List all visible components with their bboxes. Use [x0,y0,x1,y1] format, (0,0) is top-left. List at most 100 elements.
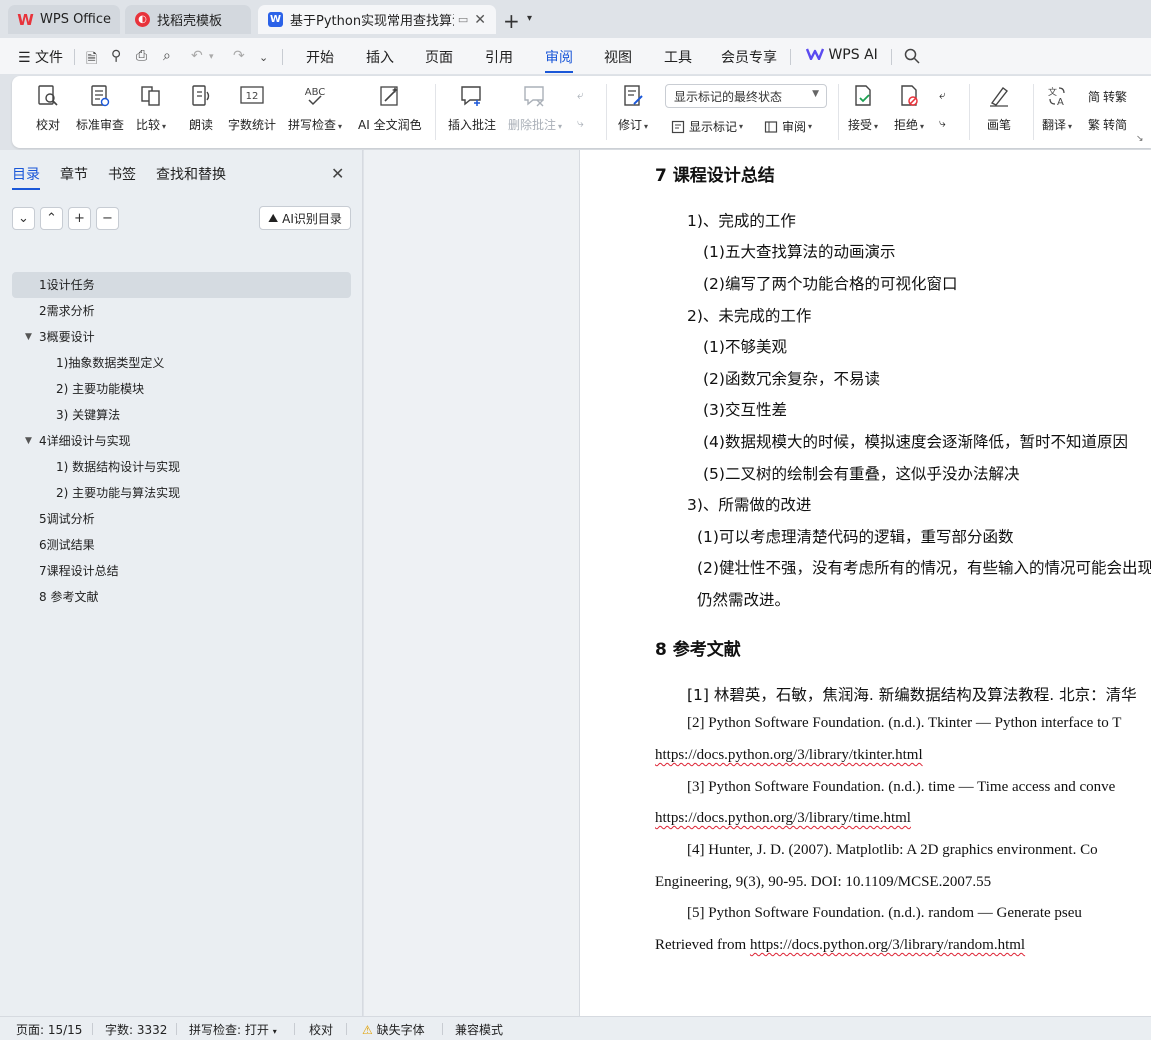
redo-icon[interactable]: ↷ [233,48,245,64]
monitor-icon: ▭ [457,13,469,26]
toc-item[interactable]: 6测试结果 [12,532,351,558]
expand-toggle-icon[interactable]: ▼ [25,324,32,350]
word-count-indicator[interactable]: 字数: 3332 [105,1021,167,1038]
divider [92,1023,93,1035]
spell-check-toggle[interactable]: 拼写检查: 打开 ▾ [189,1021,277,1038]
file-menu[interactable]: ☰ 文件 [18,47,63,67]
toc-item[interactable]: 1设计任务 [12,272,351,298]
previous-change-icon[interactable]: ⤶ [939,88,946,103]
toc-item[interactable]: 7课程设计总结 [12,558,351,584]
wps-logo-icon: W [17,10,34,29]
print-preview-icon[interactable]: ⌕ [163,48,171,64]
tab-document[interactable]: W 基于Python实现常用查找算法 ▭ ✕ [258,5,496,34]
menu-page[interactable]: 页面 [425,47,453,67]
missing-font-indicator[interactable]: ⚠ 缺失字体 [362,1021,425,1038]
ai-toc-button[interactable]: ⛰ AI识别目录 [259,206,351,230]
toc-item[interactable]: 1)抽象数据类型定义 [12,350,351,376]
menu-insert[interactable]: 插入 [366,47,394,67]
menu-tools[interactable]: 工具 [664,47,692,67]
paragraph: (2)编写了两个功能合格的可视化窗口 [703,275,958,293]
document-gutter [364,150,580,1016]
add-heading-button[interactable]: + [68,207,91,230]
remove-heading-button[interactable]: − [96,207,119,230]
markup-display-select[interactable]: 显示标记的最终状态 ▼ [665,84,827,108]
chevron-down-icon[interactable]: ▾ [527,13,532,24]
menu-bar: ☰ 文件 🗎 ⚲ ⎙ ⌕ ↶ ▾ ↷ ⌄ 开始 插入 页面 引用 审阅 视图 工… [0,38,1151,74]
tab-toc[interactable]: 目录 [12,164,40,190]
toc-item[interactable]: 5调试分析 [12,506,351,532]
link-icon[interactable]: ⚲ [111,48,121,64]
accept-button[interactable]: 接受 ▾ [848,82,878,133]
reject-icon [895,82,923,110]
toc-item[interactable]: ▼ 3概要设计 [12,324,351,350]
track-changes-button[interactable]: 修订 ▾ [618,82,648,133]
toc-item[interactable]: 2) 主要功能与算法实现 [12,480,351,506]
spell-check-icon: ABC [301,82,329,110]
reference-url: https://docs.python.org/3/library/random… [749,937,1026,953]
to-traditional-button[interactable]: 简转繁 [1088,88,1127,105]
compare-button[interactable]: 比较 ▾ [136,82,166,133]
next-change-icon[interactable]: ⤷ [939,116,946,131]
tab-label: 基于Python实现常用查找算法 [290,14,454,29]
expand-toggle-icon[interactable]: ▼ [25,428,32,454]
toc-item-label: 5调试分析 [39,512,95,526]
translate-text: 翻译 [1042,118,1067,132]
toc-item[interactable]: 2需求分析 [12,298,351,324]
ribbon-expand-icon[interactable]: ↘ [1136,134,1144,144]
ai-toc-label: AI识别目录 [282,211,342,226]
ai-polish-button[interactable]: AI 全文润色 [358,82,422,133]
track-changes-icon [619,82,647,110]
tab-sections[interactable]: 章节 [60,164,88,184]
previous-comment-icon[interactable]: ⤶ [577,88,584,103]
proofread-status[interactable]: 校对 [309,1021,333,1038]
toc-item[interactable]: 8 参考文献 [12,584,351,610]
show-markup-button[interactable]: 显示标记 ▾ [671,118,743,135]
spell-check-button[interactable]: ABC 拼写检查 ▾ [288,82,342,133]
customize-dropdown-icon[interactable]: ⌄ [259,51,268,64]
translate-button[interactable]: 文A 翻译 ▾ [1042,82,1072,133]
divider [969,84,970,140]
close-tab-icon[interactable]: ✕ [474,12,486,28]
document-page[interactable]: 7 课程设计总结 1)、完成的工作 (1)五大查找算法的动画演示 (2)编写了两… [580,150,1151,1016]
to-simplified-button[interactable]: 繁转简 [1088,116,1127,133]
menu-references[interactable]: 引用 [485,47,513,67]
tab-templates[interactable]: ◐ 找稻壳模板 [125,5,251,34]
search-icon[interactable] [904,48,920,68]
read-aloud-button[interactable]: 朗读 [187,82,215,133]
toc-item[interactable]: 2) 主要功能模块 [12,376,351,402]
standard-review-button[interactable]: 标准审查 [76,82,124,133]
toc-item-label: 2需求分析 [39,304,95,318]
new-tab-icon[interactable]: + [503,9,520,33]
review-pane-button[interactable]: 审阅 ▾ [764,118,812,135]
collapse-all-button[interactable]: ⌃ [40,207,63,230]
pen-button[interactable]: 画笔 [985,82,1013,133]
delete-comment-button[interactable]: 删除批注 ▾ [508,82,562,133]
tab-bookmarks[interactable]: 书签 [108,164,136,184]
expand-all-button[interactable]: ⌄ [12,207,35,230]
word-count-button[interactable]: 12 字数统计 [228,82,276,133]
toc-item[interactable]: ▼ 4详细设计与实现 [12,428,351,454]
next-comment-icon[interactable]: ⤷ [577,116,584,131]
tab-find-replace[interactable]: 查找和替换 [156,164,226,184]
page-indicator[interactable]: 页面: 15/15 [16,1021,82,1038]
toc-item[interactable]: 1) 数据结构设计与实现 [12,454,351,480]
menu-view[interactable]: 视图 [604,47,632,67]
undo-dropdown-icon[interactable]: ▾ [209,52,214,62]
save-icon[interactable]: 🗎 [86,48,97,72]
menu-membership[interactable]: 会员专享 [721,47,777,67]
toc-item-label: 3) 关键算法 [56,408,121,422]
toc-item[interactable]: 3) 关键算法 [12,402,351,428]
file-menu-label: 文件 [35,50,64,66]
menu-home[interactable]: 开始 [306,47,334,67]
print-icon[interactable]: ⎙ [136,48,147,64]
undo-icon[interactable]: ↶ [191,48,203,64]
delete-comment-label: 删除批注 ▾ [508,118,563,132]
menu-wps-ai[interactable]: WPS AI [805,47,878,63]
hamburger-icon: ☰ [18,50,36,66]
insert-comment-button[interactable]: 插入批注 [448,82,496,133]
proofread-button[interactable]: 校对 [34,82,62,133]
close-pane-icon[interactable]: ✕ [331,164,344,183]
tab-wps-office[interactable]: W WPS Office [8,5,120,34]
menu-review[interactable]: 审阅 [545,47,573,73]
reject-button[interactable]: 拒绝 ▾ [894,82,924,133]
